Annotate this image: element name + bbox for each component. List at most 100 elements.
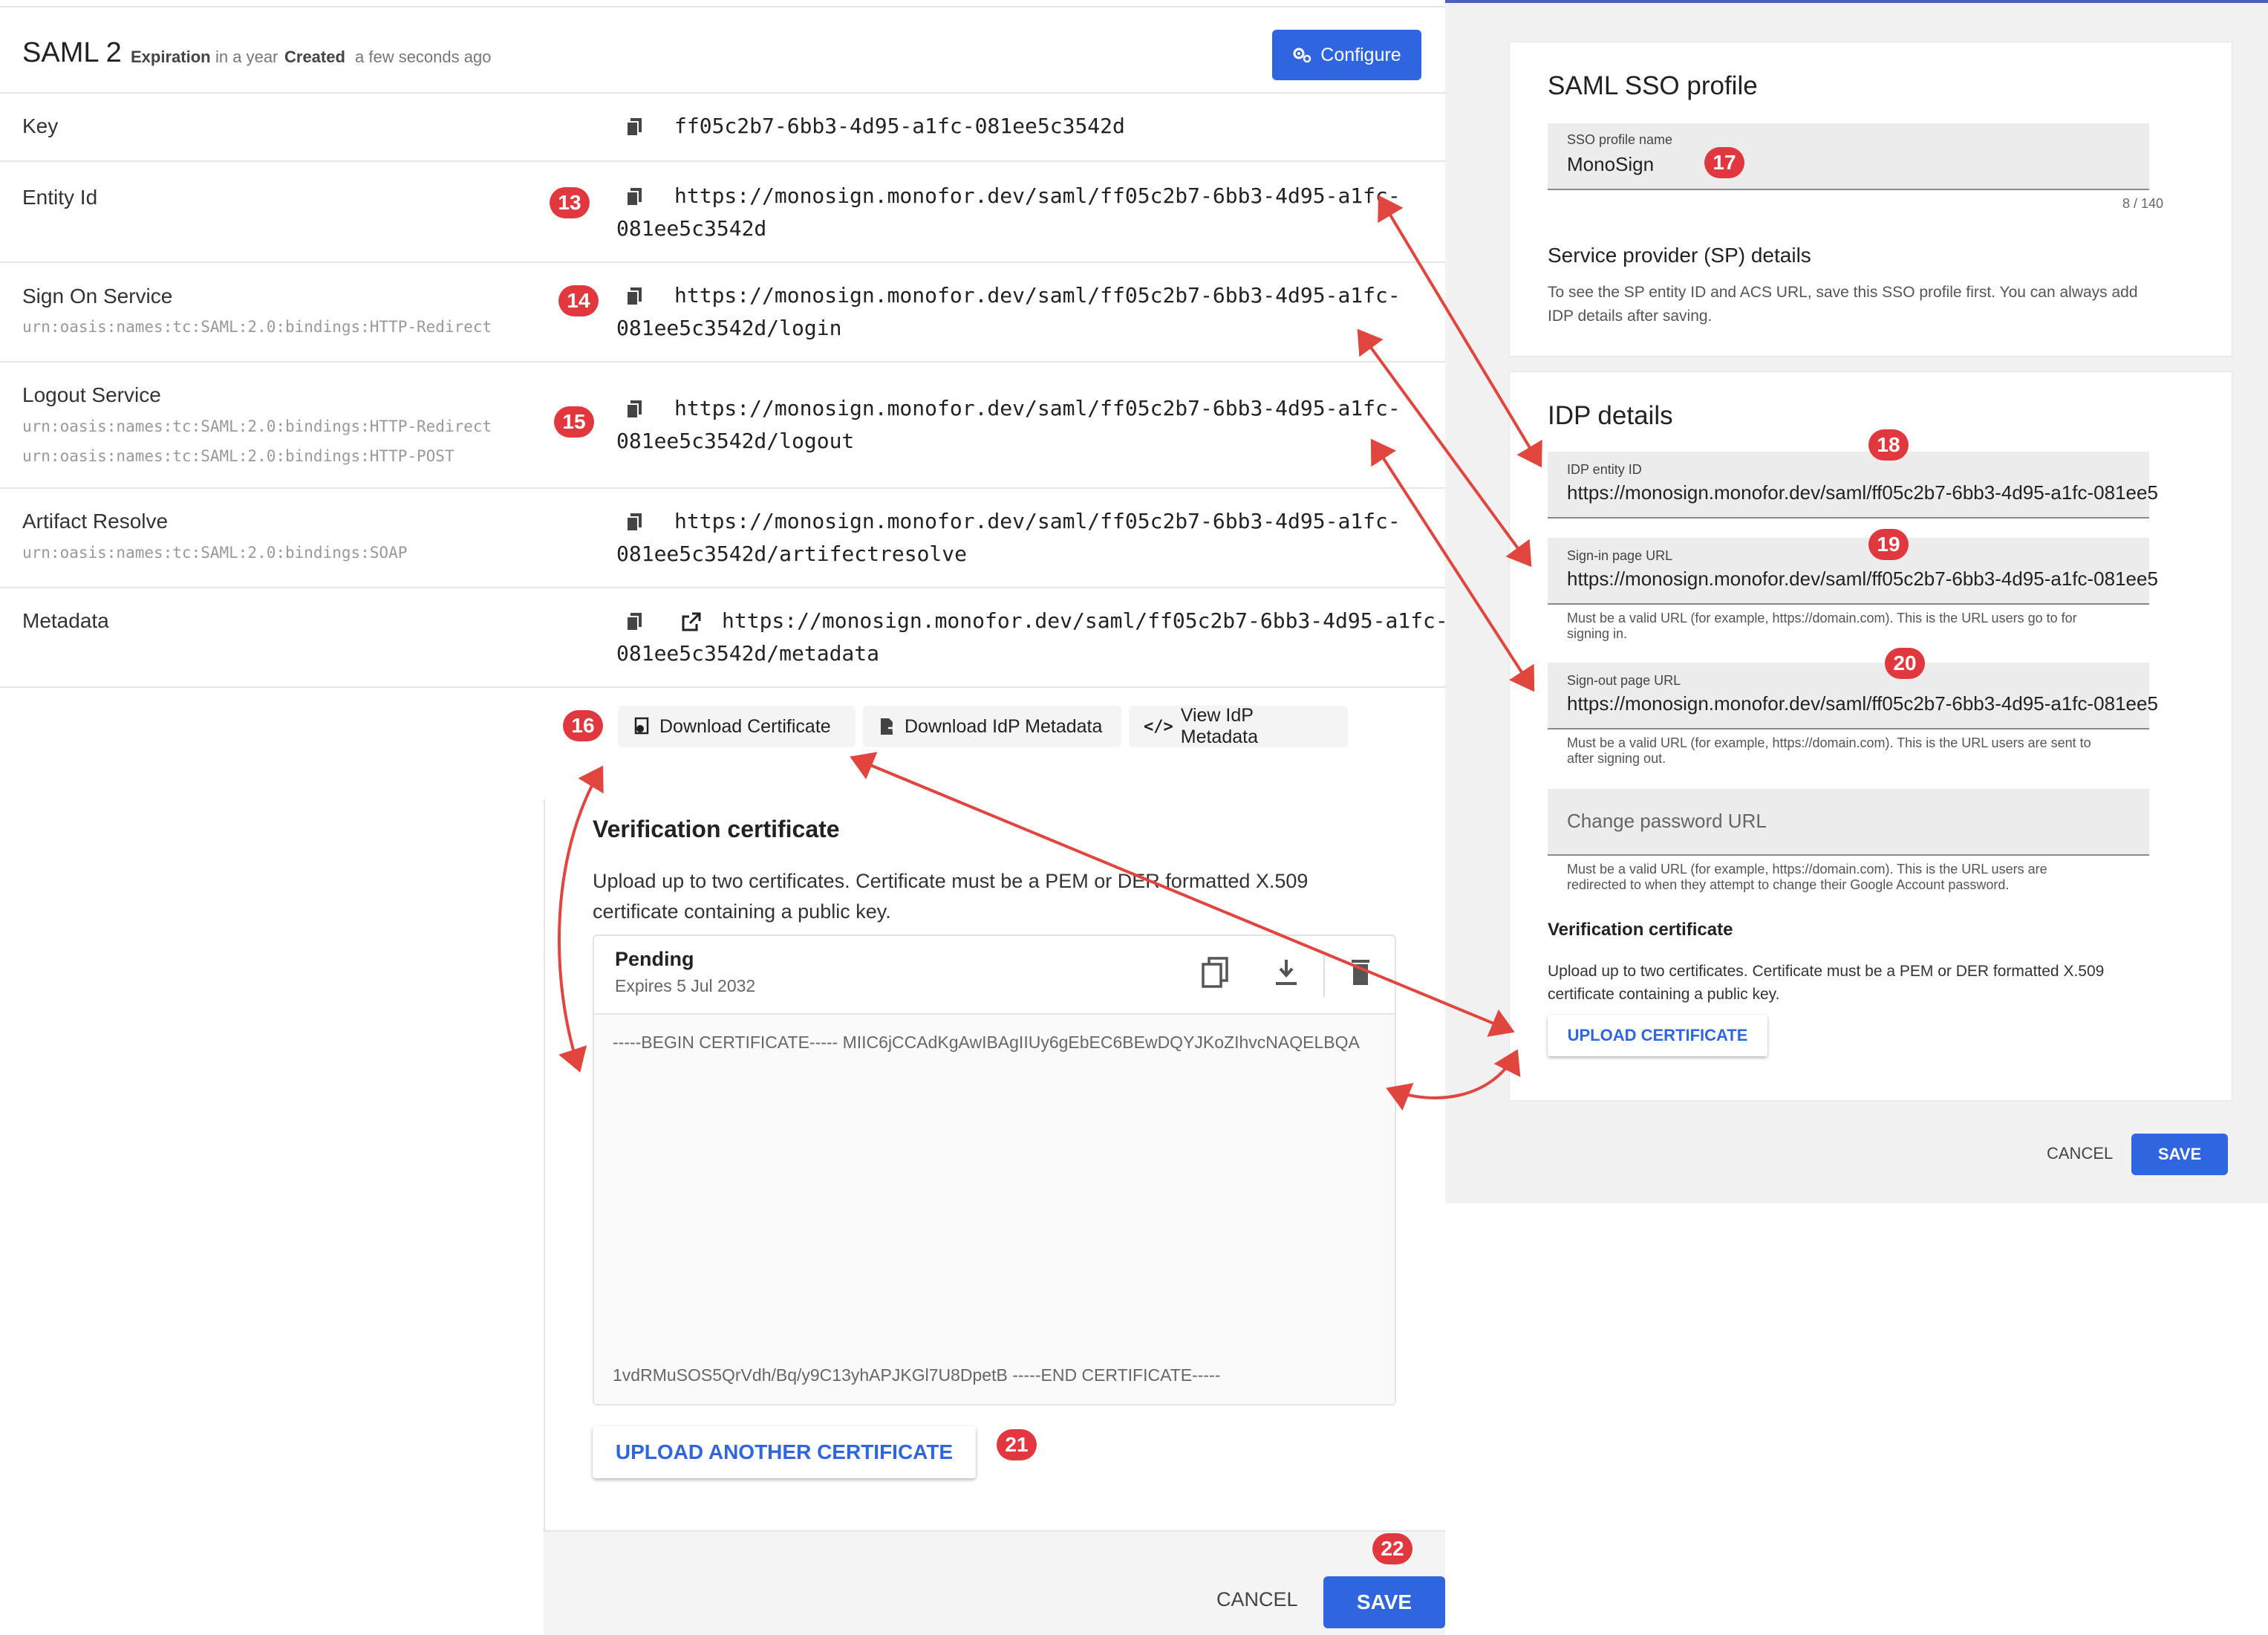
sign-in-label: Sign-in page URL bbox=[1567, 548, 1673, 563]
change-password-help-line1: Must be a valid URL (for example, https:… bbox=[1567, 862, 2047, 877]
divider bbox=[0, 487, 1445, 489]
save-button[interactable]: SAVE bbox=[1323, 1576, 1445, 1628]
certificate-status: Pending bbox=[615, 948, 694, 970]
idp-verification-desc-line2: certificate containing a public key. bbox=[1548, 986, 1780, 1003]
idp-verification-desc-line1: Upload up to two certificates. Certifica… bbox=[1548, 963, 2105, 980]
annotation-badge-21: 21 bbox=[997, 1429, 1037, 1460]
copy-icon[interactable] bbox=[624, 398, 646, 420]
sp-details-title: Service provider (SP) details bbox=[1548, 244, 1811, 267]
metadata-label: Metadata bbox=[22, 609, 109, 632]
page-title: SAML 2 bbox=[22, 37, 122, 68]
copy-certificate-icon[interactable] bbox=[1199, 955, 1231, 991]
logout-binding-1: urn:oasis:names:tc:SAML:2.0:bindings:HTT… bbox=[22, 417, 492, 435]
change-password-url-field[interactable]: Change password URL bbox=[1548, 789, 2149, 856]
sign-on-binding: urn:oasis:names:tc:SAML:2.0:bindings:HTT… bbox=[22, 318, 492, 336]
configure-button[interactable]: Configure bbox=[1272, 30, 1421, 80]
verification-title: Verification certificate bbox=[593, 816, 840, 842]
right-cancel-button[interactable]: CANCEL bbox=[2047, 1144, 2113, 1163]
artifact-binding: urn:oasis:names:tc:SAML:2.0:bindings:SOA… bbox=[22, 544, 408, 562]
copy-icon[interactable] bbox=[624, 611, 646, 633]
idp-entity-id-field[interactable]: IDP entity ID https://monosign.monofor.d… bbox=[1548, 452, 2158, 519]
download-idp-metadata-button[interactable]: Download IdP Metadata bbox=[863, 706, 1121, 747]
metadata-value-line1: https://monosign.monofor.dev/saml/ff05c2… bbox=[722, 608, 1448, 633]
annotation-badge-22: 22 bbox=[1372, 1533, 1412, 1564]
annotation-badge-16: 16 bbox=[563, 710, 603, 741]
verification-description: Upload up to two certificates. Certifica… bbox=[593, 866, 1308, 927]
sign-in-help-line2: signing in. bbox=[1567, 626, 1628, 641]
download-idp-metadata-label: Download IdP Metadata bbox=[905, 715, 1103, 737]
certificate-begin-text: -----BEGIN CERTIFICATE----- MIIC6jCCAdKg… bbox=[613, 1033, 1360, 1052]
certificate-end-text: 1vdRMuSOS5QrVdh/Bq/y9C13yhAPJKGl7U8DpetB… bbox=[613, 1365, 1221, 1385]
code-icon: </> bbox=[1144, 717, 1173, 736]
key-value: ff05c2b7-6bb3-4d95-a1fc-081ee5c3542d bbox=[674, 114, 1125, 138]
annotation-badge-15: 15 bbox=[554, 406, 594, 438]
download-certificate-button[interactable]: Download Certificate bbox=[618, 706, 856, 747]
left-footer bbox=[544, 1532, 1445, 1635]
annotation-badge-19: 19 bbox=[1868, 529, 1909, 560]
created-label: Created bbox=[284, 48, 345, 66]
sp-details-desc: To see the SP entity ID and ACS URL, sav… bbox=[1548, 281, 2138, 328]
annotation-badge-14: 14 bbox=[558, 285, 599, 316]
upload-certificate-button[interactable]: UPLOAD CERTIFICATE bbox=[1548, 1015, 1767, 1056]
logout-value-line1: https://monosign.monofor.dev/saml/ff05c2… bbox=[674, 396, 1401, 420]
copy-icon[interactable] bbox=[624, 285, 646, 308]
certificate-icon bbox=[634, 717, 649, 735]
upload-another-certificate-button[interactable]: UPLOAD ANOTHER CERTIFICATE bbox=[593, 1426, 976, 1478]
expiration-label: Expiration bbox=[131, 48, 211, 66]
annotation-badge-17: 17 bbox=[1704, 147, 1744, 178]
configure-label: Configure bbox=[1320, 44, 1401, 65]
sign-in-help: Must be a valid URL (for example, https:… bbox=[1567, 611, 2077, 642]
annotation-badge-13: 13 bbox=[550, 187, 590, 218]
change-password-placeholder: Change password URL bbox=[1567, 810, 1767, 832]
logout-binding-2: urn:oasis:names:tc:SAML:2.0:bindings:HTT… bbox=[22, 447, 454, 465]
sign-out-help-line1: Must be a valid URL (for example, https:… bbox=[1567, 735, 2091, 750]
delete-icon[interactable] bbox=[1346, 957, 1375, 989]
sso-title: SAML SSO profile bbox=[1548, 71, 1758, 100]
idp-entity-value: https://monosign.monofor.dev/saml/ff05c2… bbox=[1567, 481, 2158, 504]
artifact-value-line2: 081ee5c3542d/artifectresolve bbox=[616, 542, 968, 566]
sign-on-label: Sign On Service bbox=[22, 285, 173, 308]
key-label: Key bbox=[22, 114, 59, 137]
google-saml-panel: SAML SSO profile SSO profile name MonoSi… bbox=[1445, 0, 2268, 1203]
view-idp-metadata-label: View IdP Metadata bbox=[1180, 705, 1258, 747]
idp-verification-desc: Upload up to two certificates. Certifica… bbox=[1548, 960, 2104, 1006]
sign-out-help-line2: after signing out. bbox=[1567, 751, 1666, 766]
saml-detail-panel: SAML 2 Expiration in a year Created a fe… bbox=[0, 0, 1448, 1635]
sign-on-value-line1: https://monosign.monofor.dev/saml/ff05c2… bbox=[674, 283, 1401, 308]
divider bbox=[0, 587, 1445, 588]
logout-value-line2: 081ee5c3542d/logout bbox=[616, 429, 855, 453]
sign-out-help: Must be a valid URL (for example, https:… bbox=[1567, 735, 2091, 767]
right-save-button[interactable]: SAVE bbox=[2131, 1134, 2228, 1175]
annotation-badge-18: 18 bbox=[1868, 429, 1909, 461]
download-certificate-label: Download Certificate bbox=[659, 715, 831, 737]
char-counter: 8 / 140 bbox=[2122, 196, 2164, 211]
copy-icon[interactable] bbox=[624, 116, 646, 138]
verification-desc-line1: Upload up to two certificates. Certifica… bbox=[593, 870, 1309, 892]
sign-out-url-field[interactable]: Sign-out page URL https://monosign.monof… bbox=[1548, 663, 2158, 729]
divider bbox=[0, 92, 1445, 94]
change-password-help: Must be a valid URL (for example, https:… bbox=[1567, 862, 2047, 893]
download-icon[interactable] bbox=[1271, 957, 1301, 989]
sso-profile-name-field[interactable]: SSO profile name MonoSign bbox=[1548, 123, 2149, 190]
copy-icon[interactable] bbox=[624, 511, 646, 533]
icon-divider bbox=[1323, 955, 1325, 997]
sign-in-url-field[interactable]: Sign-in page URL https://monosign.monofo… bbox=[1548, 538, 2158, 605]
sign-on-value-line2: 081ee5c3542d/login bbox=[616, 316, 842, 340]
idp-entity-label: IDP entity ID bbox=[1567, 462, 1642, 477]
certificate-textarea[interactable] bbox=[594, 1015, 1395, 1404]
cancel-button[interactable]: CANCEL bbox=[1216, 1588, 1298, 1611]
top-divider bbox=[0, 6, 1445, 7]
copy-icon[interactable] bbox=[624, 186, 646, 208]
sp-desc-line1: To see the SP entity ID and ACS URL, sav… bbox=[1548, 284, 2138, 301]
sso-name-value: MonoSign bbox=[1567, 153, 1655, 175]
sign-out-label: Sign-out page URL bbox=[1567, 673, 1681, 688]
view-idp-metadata-button[interactable]: </> View IdP Metadata bbox=[1129, 705, 1348, 747]
created-value: a few seconds ago bbox=[355, 48, 492, 66]
logout-label: Logout Service bbox=[22, 383, 161, 406]
sp-desc-line2: IDP details after saving. bbox=[1548, 308, 1713, 325]
top-accent-bar bbox=[1445, 0, 2268, 3]
external-link-icon[interactable] bbox=[680, 611, 703, 633]
metadata-value-line2: 081ee5c3542d/metadata bbox=[616, 641, 880, 666]
artifact-label: Artifact Resolve bbox=[22, 510, 169, 533]
entity-id-value-line1: https://monosign.monofor.dev/saml/ff05c2… bbox=[674, 183, 1401, 208]
